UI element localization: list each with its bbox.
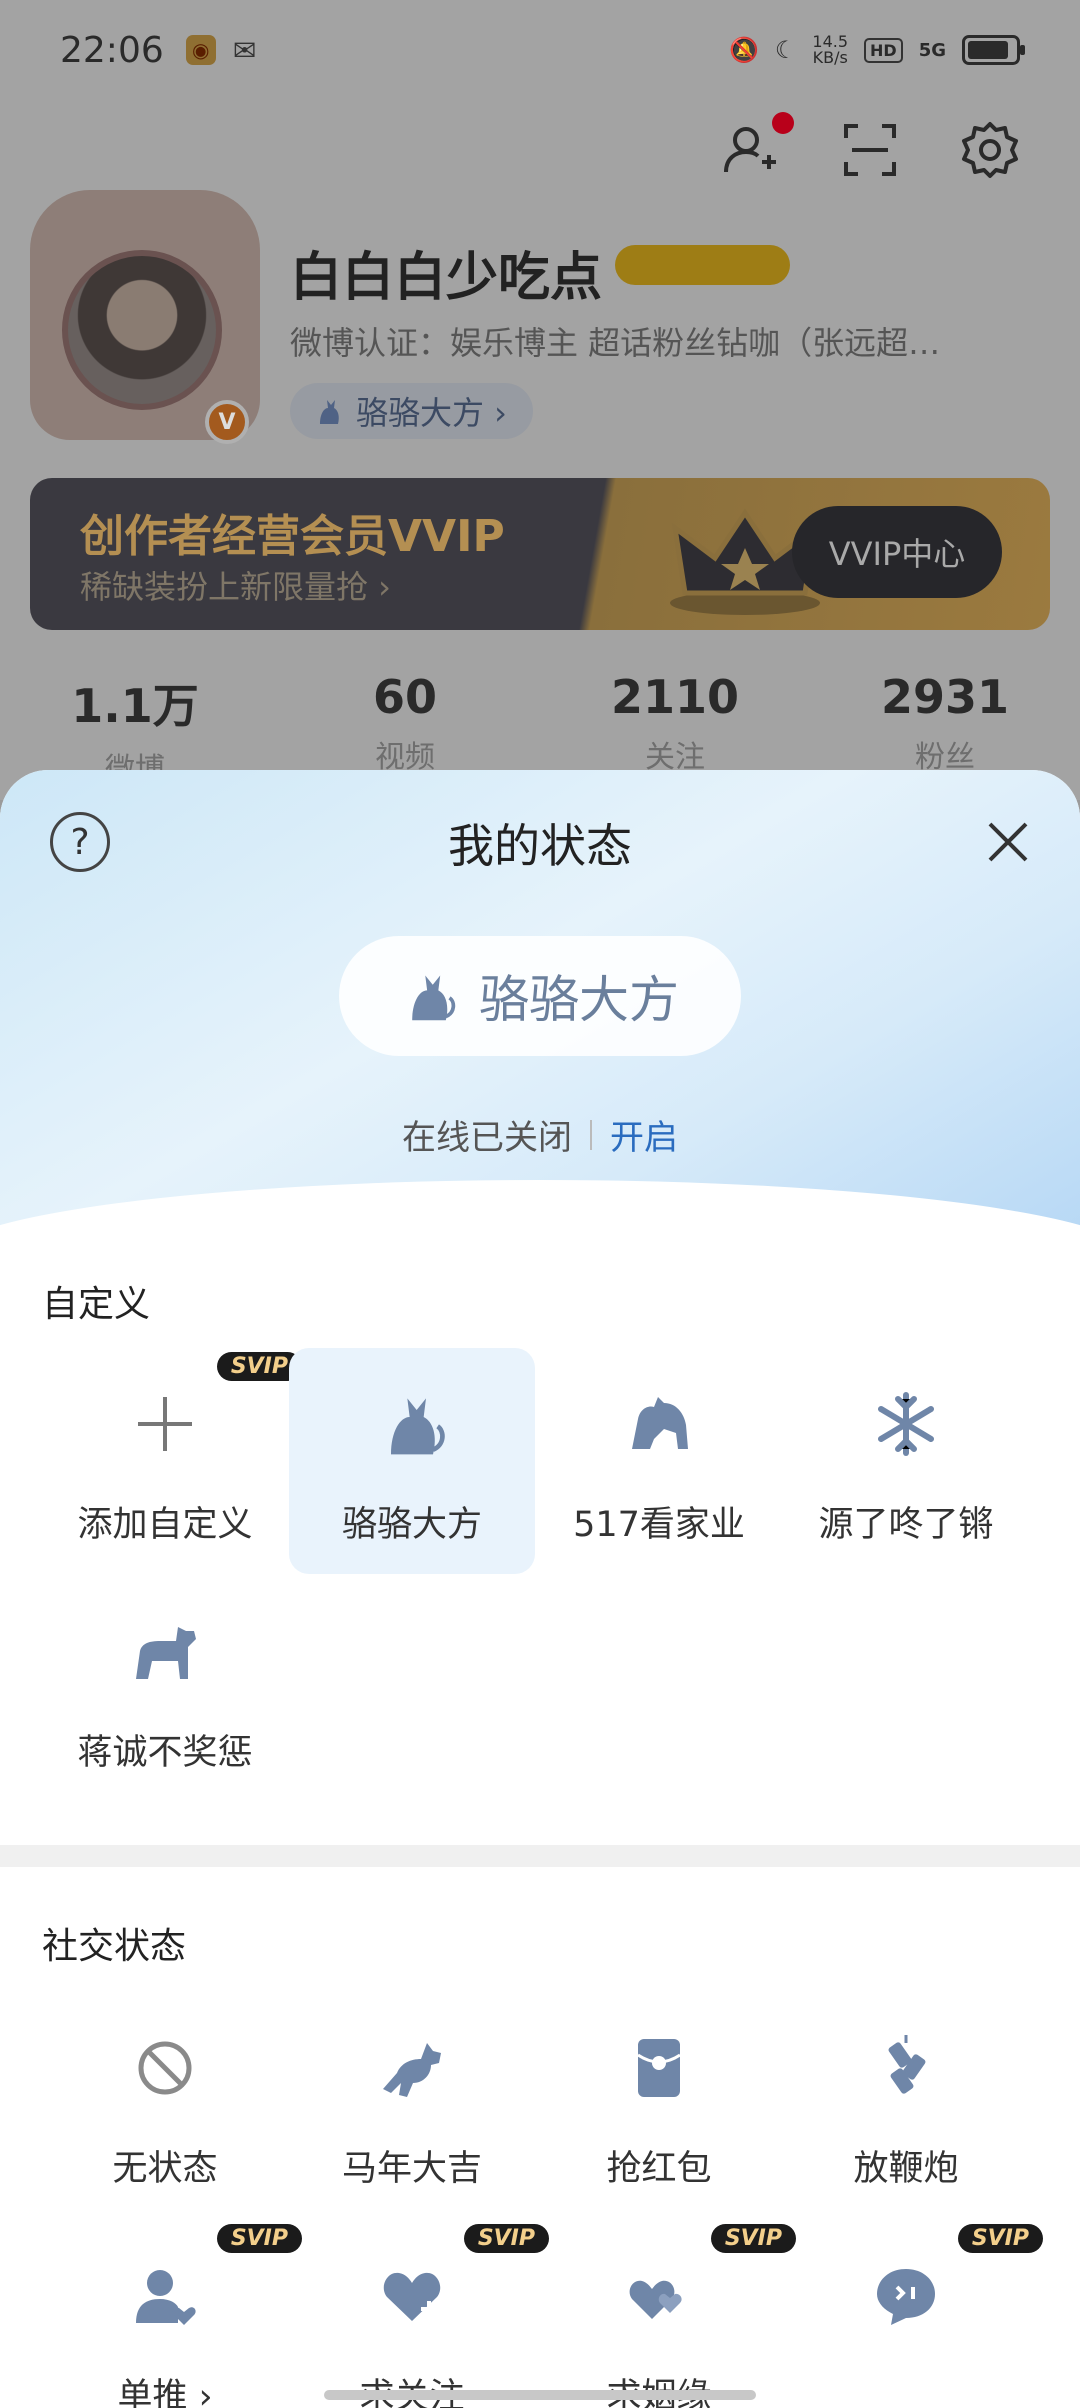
status-item[interactable]: SVIP 单推 › bbox=[42, 2220, 302, 2408]
single-fan-icon bbox=[127, 2258, 203, 2334]
social-section-title: 社交状态 bbox=[42, 1926, 187, 1967]
vvip-subtitle: 稀缺装扮上新限量抢 › bbox=[80, 568, 391, 606]
status-item-label: 源了咚了锵 bbox=[818, 1505, 994, 1545]
stat-value: 60 bbox=[372, 670, 437, 724]
signal-icon: 5G bbox=[918, 39, 946, 61]
status-item-label: 马年大吉 bbox=[341, 2149, 482, 2189]
mute-icon: 🔕 bbox=[728, 36, 759, 64]
stat-value: 2931 bbox=[880, 670, 1010, 724]
dog-icon bbox=[127, 1614, 203, 1690]
battery-icon bbox=[962, 35, 1025, 65]
hearts-icon bbox=[621, 2258, 697, 2334]
scan-button[interactable] bbox=[840, 120, 900, 184]
status-item-label: 单推 › bbox=[117, 2377, 213, 2408]
svip-badge: SVIP bbox=[957, 2224, 1043, 2253]
status-item[interactable]: 放鞭炮 bbox=[783, 1992, 1029, 2218]
notification-icons: ◉ ✉ bbox=[185, 33, 260, 67]
sheet-title: 我的状态 bbox=[448, 819, 632, 873]
avatar-photo bbox=[62, 250, 222, 410]
online-status-line: 在线已关闭 开启 bbox=[0, 1110, 1080, 1159]
divider bbox=[590, 1119, 592, 1150]
add-user-icon bbox=[724, 127, 776, 173]
status-item-label: 添加自定义 bbox=[77, 1505, 253, 1545]
net-speed: 14.5 KB/s bbox=[812, 34, 848, 66]
online-status-text: 在线已关闭 bbox=[402, 1118, 572, 1158]
current-status-label: 骆骆大方 bbox=[479, 971, 679, 1029]
vvip-center-button[interactable]: VVIP中心 bbox=[792, 506, 1002, 598]
verified-badge: V bbox=[205, 400, 249, 444]
firecracker-icon bbox=[868, 2030, 944, 2106]
cat-icon bbox=[374, 1386, 450, 1462]
status-time: 22:06 bbox=[60, 29, 164, 71]
status-item[interactable]: 源了咚了锵 bbox=[783, 1348, 1029, 1574]
status-item[interactable]: 517看家业 bbox=[536, 1348, 782, 1574]
status-item-label: 抢红包 bbox=[606, 2149, 712, 2189]
top-actions bbox=[720, 112, 1020, 184]
moon-icon: ☾ bbox=[774, 36, 797, 64]
status-item-label: 求姻缘 bbox=[606, 2368, 711, 2408]
username: 白白白少吃点 bbox=[290, 248, 603, 308]
status-item-label: 无状态 bbox=[112, 2149, 218, 2189]
status-item-add-custom[interactable]: SVIP 添加自定义 bbox=[42, 1348, 302, 1574]
status-bar: 22:06 ◉ ✉ 🔕 ☾ 14.5 KB/s HD 5G bbox=[0, 0, 1080, 100]
status-item-label: 放鞭炮 bbox=[853, 2149, 959, 2189]
wechat-notification-icon: ✉ bbox=[233, 33, 257, 67]
status-item[interactable]: 抢红包 bbox=[536, 1992, 782, 2218]
status-item-label: 517看家业 bbox=[573, 1505, 745, 1545]
status-item[interactable]: SVIP 求姻缘 bbox=[536, 2220, 796, 2408]
status-item[interactable]: 无状态 bbox=[42, 1992, 288, 2218]
cat-icon bbox=[320, 400, 339, 424]
current-status-pill[interactable]: 骆骆大方 bbox=[339, 936, 741, 1056]
stat-value: 1.1万 bbox=[71, 679, 199, 733]
custom-section-title: 自定义 bbox=[42, 1284, 151, 1325]
section-divider bbox=[0, 1845, 1080, 1867]
status-item-label: 求关注 bbox=[359, 2368, 464, 2408]
gear-icon bbox=[962, 122, 1018, 178]
status-item[interactable]: 马年大吉 bbox=[289, 1992, 535, 2218]
heart-plus-icon bbox=[374, 2258, 450, 2334]
stat-value: 2110 bbox=[610, 670, 740, 724]
leaping-horse-icon bbox=[374, 2030, 450, 2106]
chat-bubble-icon bbox=[868, 2258, 944, 2334]
scan-icon bbox=[844, 124, 896, 176]
status-chip[interactable]: 骆骆大方 › bbox=[290, 383, 533, 439]
hd-icon: HD bbox=[864, 37, 903, 63]
vvip-banner[interactable]: 创作者经营会员VVIP 稀缺装扮上新限量抢 › VVIP中心 bbox=[30, 478, 1050, 630]
sheet-wave bbox=[0, 1180, 1080, 1340]
status-item[interactable]: 蒋诚不奖惩 bbox=[42, 1576, 288, 1802]
member-badge-icon[interactable] bbox=[615, 245, 790, 285]
status-chip-label: 骆骆大方 › bbox=[356, 394, 507, 432]
settings-button[interactable] bbox=[960, 120, 1020, 184]
notification-dot bbox=[772, 112, 794, 134]
status-item[interactable]: SVIP bbox=[783, 2220, 1043, 2408]
avatar[interactable]: V bbox=[30, 190, 260, 444]
plus-icon bbox=[127, 1386, 203, 1462]
weibo-notification-icon: ◉ bbox=[185, 35, 216, 65]
profile-background: 22:06 ◉ ✉ 🔕 ☾ 14.5 KB/s HD 5G V 白白白少吃点 微… bbox=[0, 0, 1080, 800]
status-item-label: 蒋诚不奖惩 bbox=[77, 1733, 253, 1773]
add-friend-button[interactable] bbox=[720, 112, 794, 184]
verification-text: 微博认证：娱乐博主 超话粉丝钻咖（张远超… bbox=[290, 324, 941, 362]
status-item-selected[interactable]: 骆骆大方 bbox=[289, 1348, 535, 1574]
status-item-label: 骆骆大方 bbox=[341, 1505, 482, 1545]
vvip-title: 创作者经营会员VVIP bbox=[80, 511, 505, 562]
status-item[interactable]: SVIP 求关注 bbox=[289, 2220, 549, 2408]
cat-icon bbox=[412, 975, 456, 1021]
horse-icon bbox=[621, 1386, 697, 1462]
online-enable-link[interactable]: 开启 bbox=[610, 1110, 678, 1159]
net-speed-unit: KB/s bbox=[812, 48, 848, 67]
home-indicator[interactable] bbox=[324, 2390, 756, 2400]
close-icon[interactable] bbox=[980, 814, 1036, 870]
red-envelope-icon bbox=[621, 2030, 697, 2106]
snowflake-icon bbox=[868, 1386, 944, 1462]
status-sheet: ? 我的状态 骆骆大方 在线已关闭 开启 自定义 SVIP 添加自定义 骆骆大方… bbox=[0, 770, 1080, 2408]
status-right: 🔕 ☾ 14.5 KB/s HD 5G bbox=[728, 34, 1025, 66]
no-status-icon bbox=[127, 2030, 203, 2106]
